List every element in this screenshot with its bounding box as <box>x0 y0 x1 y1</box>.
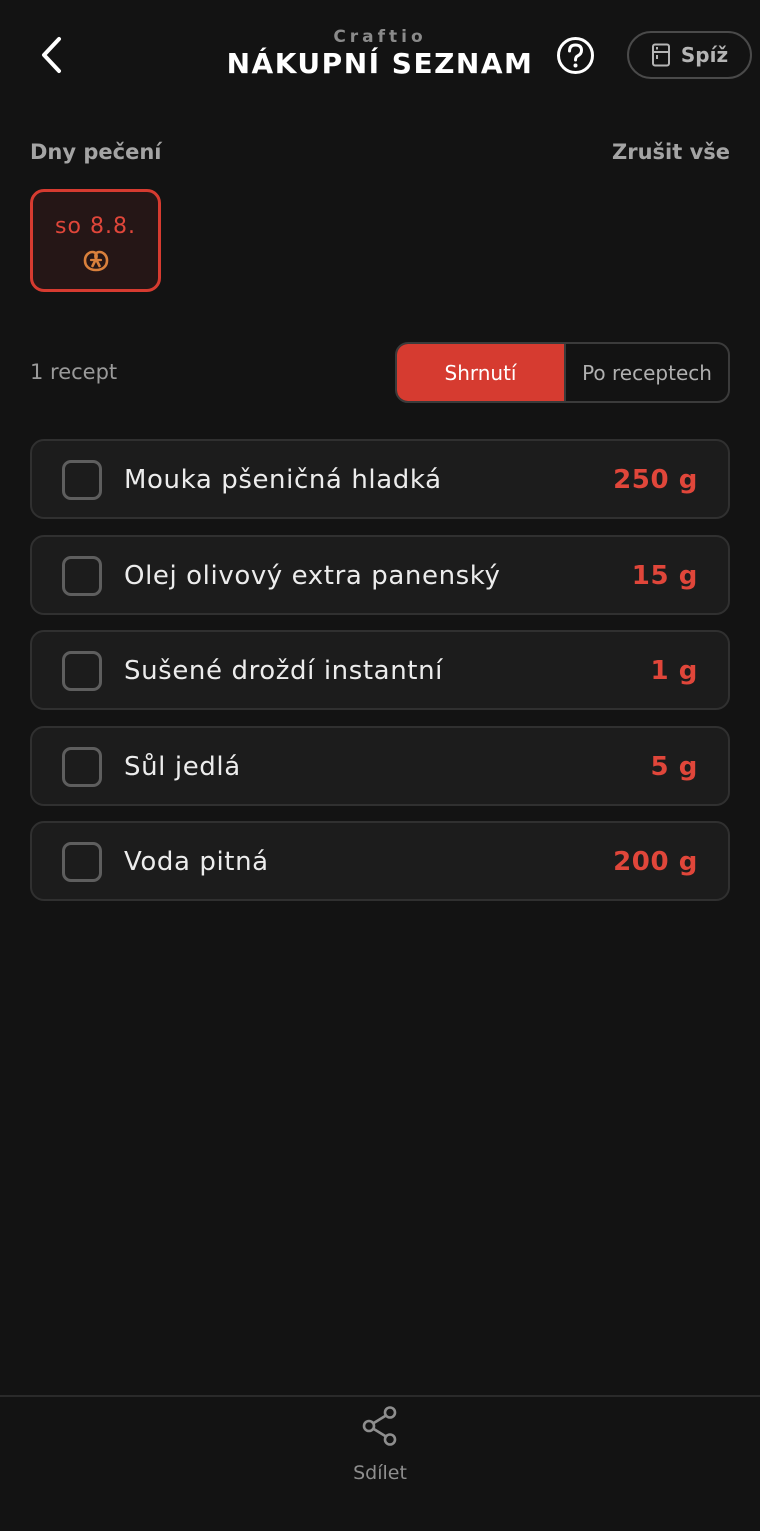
baking-days-label: Dny pečení <box>30 140 162 164</box>
fridge-icon <box>651 43 670 67</box>
tab-summary[interactable]: Shrnutí <box>397 344 564 401</box>
item-checkbox[interactable] <box>62 555 102 596</box>
share-label: Sdílet <box>353 1462 407 1484</box>
item-amount: 200 g <box>613 847 698 877</box>
cancel-all-button[interactable]: Zrušit vše <box>612 140 730 164</box>
shopping-list: Mouka pšeničná hladká 250 g Olej olivový… <box>30 439 730 917</box>
help-button[interactable] <box>555 35 596 76</box>
item-checkbox[interactable] <box>62 842 102 882</box>
pantry-button[interactable]: Spíž <box>627 31 752 79</box>
item-amount: 1 g <box>650 656 698 686</box>
baking-day-chip[interactable]: so 8.8. <box>30 189 161 292</box>
tab-by-recipe[interactable]: Po receptech <box>564 344 728 401</box>
view-toggle: Shrnutí Po receptech <box>395 342 730 403</box>
list-item[interactable]: Mouka pšeničná hladká 250 g <box>30 439 730 519</box>
recipe-count: 1 recept <box>30 360 118 384</box>
item-name: Voda pitná <box>124 847 269 877</box>
item-checkbox[interactable] <box>62 746 102 787</box>
share-button[interactable]: Sdílet <box>330 1405 430 1485</box>
list-item[interactable]: Sušené droždí instantní 1 g <box>30 630 730 710</box>
question-circle-icon <box>557 37 594 74</box>
item-checkbox[interactable] <box>62 651 102 691</box>
item-checkbox[interactable] <box>62 460 102 500</box>
pantry-label: Spíž <box>680 43 729 67</box>
list-item[interactable]: Olej olivový extra panenský 15 g <box>30 534 730 615</box>
header: Craftio NÁKUPNÍ SEZNAM Spíž <box>0 0 760 110</box>
item-name: Mouka pšeničná hladká <box>124 465 442 495</box>
baking-day-date: so 8.8. <box>55 214 136 239</box>
item-name: Olej olivový extra panenský <box>124 560 501 591</box>
item-name: Sůl jedlá <box>124 751 241 782</box>
bottom-bar: Sdílet <box>0 1395 760 1531</box>
list-item[interactable]: Sůl jedlá 5 g <box>30 725 730 806</box>
item-name: Sušené droždí instantní <box>124 656 443 686</box>
item-amount: 5 g <box>650 751 698 782</box>
pretzel-icon <box>83 250 109 272</box>
list-item[interactable]: Voda pitná 200 g <box>30 821 730 901</box>
item-amount: 15 g <box>631 560 698 591</box>
item-amount: 250 g <box>613 465 698 495</box>
share-icon <box>362 1406 397 1446</box>
